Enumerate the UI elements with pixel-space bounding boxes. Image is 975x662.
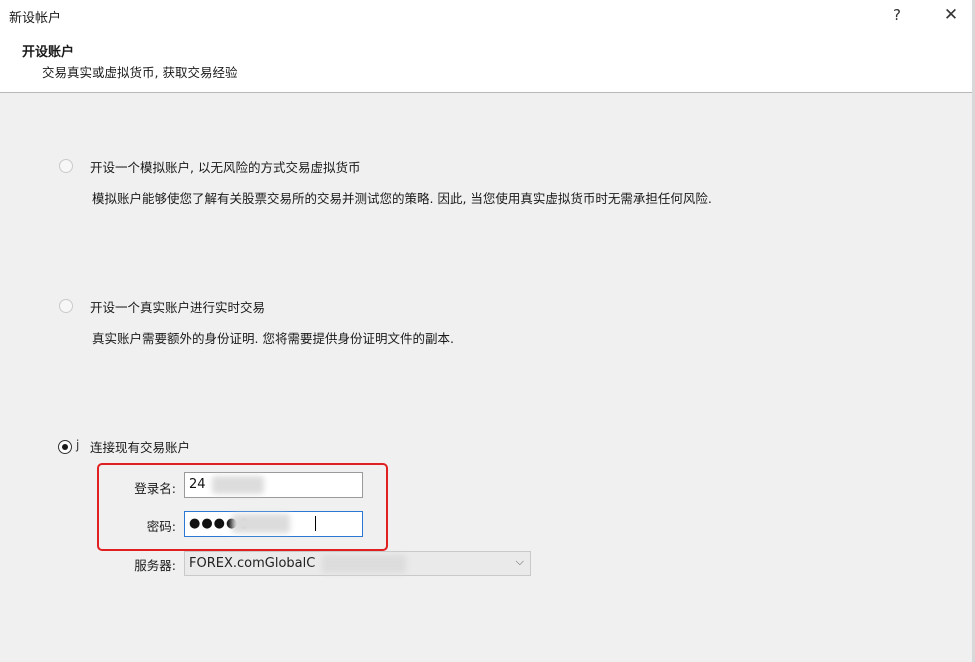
close-button[interactable]: ✕ bbox=[938, 3, 964, 27]
chevron-down-icon[interactable]: ⌵ bbox=[516, 555, 524, 569]
header-subtitle: 交易真实或虚拟货币, 获取交易经验 bbox=[42, 65, 238, 80]
help-button[interactable]: ? bbox=[885, 3, 909, 27]
redaction-blur bbox=[322, 555, 406, 573]
demo-account-label[interactable]: 开设一个模拟账户, 以无风险的方式交易虚拟货币 bbox=[90, 157, 360, 176]
wizard-header: 开设账户 交易真实或虚拟货币, 获取交易经验 bbox=[0, 30, 975, 93]
real-account-description: 真实账户需要额外的身份证明. 您将需要提供身份证明文件的副本. bbox=[92, 331, 454, 346]
header-title: 开设账户 bbox=[22, 45, 75, 60]
existing-account-label[interactable]: 连接现有交易账户 bbox=[90, 437, 190, 456]
window-title: 新设帐户 bbox=[9, 11, 62, 26]
real-account-label[interactable]: 开设一个真实账户进行实时交易 bbox=[90, 297, 265, 316]
radio-demo-account[interactable] bbox=[59, 159, 73, 173]
focus-indicator: j bbox=[76, 438, 80, 452]
wizard-body bbox=[0, 94, 975, 662]
radio-existing-account[interactable] bbox=[58, 440, 72, 454]
demo-account-description: 模拟账户能够使您了解有关股票交易所的交易并测试您的策略. 因此, 当您使用真实虚… bbox=[92, 191, 712, 206]
title-bar: 新设帐户 ? ✕ bbox=[0, 0, 975, 30]
server-value: FOREX.comGlobalC bbox=[189, 556, 316, 571]
radio-real-account[interactable] bbox=[59, 299, 73, 313]
highlight-box bbox=[97, 463, 388, 551]
server-label: 服务器: bbox=[134, 558, 176, 573]
